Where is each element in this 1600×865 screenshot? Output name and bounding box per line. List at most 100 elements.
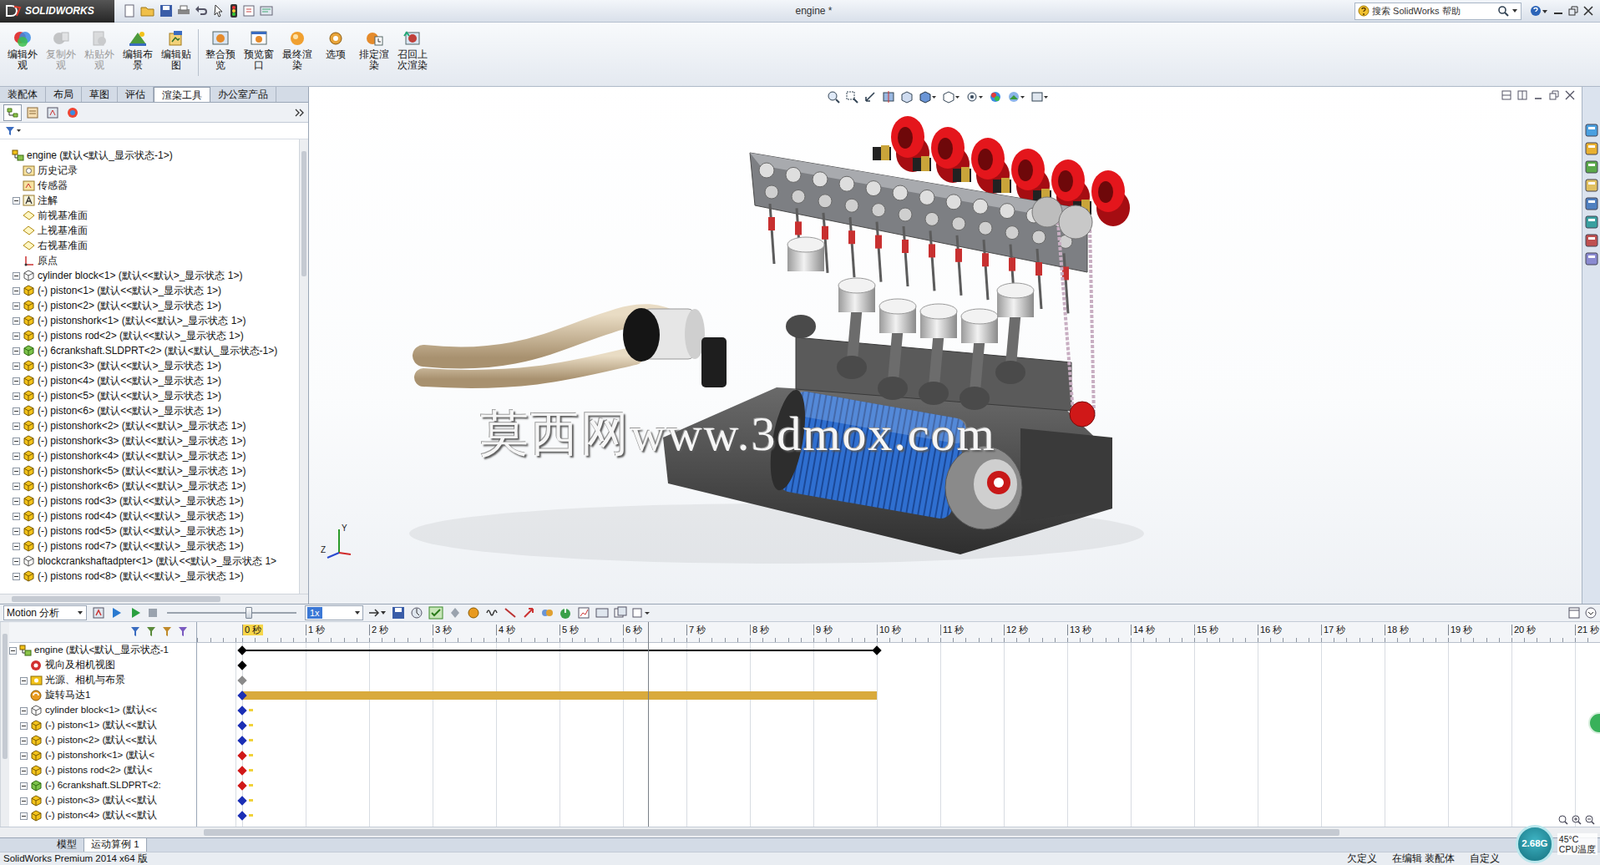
slider-thumb[interactable] <box>245 607 253 619</box>
ribbon-button[interactable]: 编辑布景 <box>118 29 157 72</box>
panel-tab[interactable] <box>43 104 62 122</box>
command-tab[interactable]: 渲染工具 <box>153 86 211 102</box>
minimize-icon[interactable] <box>1553 5 1564 16</box>
time-scale[interactable]: 0 秒1 秒2 秒3 秒4 秒5 秒6 秒7 秒8 秒9 秒10 秒11 秒12… <box>197 622 1600 644</box>
time-label[interactable]: 13 秒 <box>1067 624 1094 636</box>
tree-item[interactable]: (-) piston<1> (默认<<默认>_显示状态 1>) <box>0 283 299 299</box>
file-props-icon[interactable] <box>242 4 256 18</box>
time-label[interactable]: 9 秒 <box>813 624 835 636</box>
expander[interactable] <box>12 197 21 205</box>
filter-driving-icon[interactable] <box>146 626 160 638</box>
ribbon-button[interactable]: 整合预览 <box>201 29 240 72</box>
tree-item[interactable]: 注解 <box>0 192 299 208</box>
tree-item[interactable]: (-) piston<5> (默认<<默认>_显示状态 1>) <box>0 388 299 404</box>
expander[interactable] <box>12 437 21 446</box>
keyframe[interactable] <box>237 645 247 655</box>
bottom-tab[interactable]: 模型 <box>50 838 85 852</box>
open-icon[interactable] <box>140 4 156 18</box>
motion-tree-item[interactable]: (-) 6crankshaft.SLDPRT<2: <box>9 778 197 794</box>
expander[interactable] <box>20 797 28 806</box>
dock-icon[interactable] <box>1568 607 1580 619</box>
timeline-span[interactable] <box>242 649 877 652</box>
command-tab[interactable]: 布局 <box>45 86 82 102</box>
study-type-dropdown[interactable]: Motion 分析 <box>3 605 87 621</box>
ribbon-button[interactable]: 排定渲染 <box>354 29 394 72</box>
previous-view-icon[interactable] <box>863 90 877 104</box>
motion-tree-item[interactable]: 视向及相机视图 <box>9 658 197 674</box>
display-style-icon[interactable] <box>941 90 961 104</box>
timeline[interactable]: 0 秒1 秒2 秒3 秒4 秒5 秒6 秒7 秒8 秒9 秒10 秒11 秒12… <box>197 622 1600 827</box>
graphics-area[interactable]: 莫西网www.3dmox.com YZ <box>308 86 1582 604</box>
command-tab[interactable]: 办公室产品 <box>210 86 277 102</box>
task-pane-icon[interactable] <box>1584 252 1599 266</box>
keyframe[interactable] <box>237 765 247 775</box>
options-icon[interactable] <box>259 4 274 18</box>
keyframe[interactable] <box>237 735 247 745</box>
expander[interactable] <box>20 737 28 745</box>
tree-item[interactable]: blockcrankshaftadpter<1> (默认<<默认>_显示状态 1… <box>0 553 299 569</box>
expander[interactable] <box>20 707 28 715</box>
undo-icon[interactable] <box>194 4 208 18</box>
appearance-icon[interactable] <box>988 90 1003 104</box>
results-icon[interactable] <box>577 606 591 620</box>
tree-item[interactable]: (-) pistons rod<4> (默认<<默认>_显示状态 1>) <box>0 508 299 524</box>
ribbon-button[interactable]: 最终渲染 <box>278 29 317 72</box>
bottom-tab[interactable]: 运动算例 1 <box>84 838 147 852</box>
damper-icon[interactable] <box>503 606 517 620</box>
tree-filter[interactable] <box>0 122 309 140</box>
autokey-icon[interactable] <box>428 606 444 620</box>
time-label[interactable]: 8 秒 <box>749 624 771 636</box>
motor-icon[interactable] <box>466 606 481 620</box>
timeline-hscrollbar[interactable] <box>0 826 1600 838</box>
expander[interactable] <box>12 497 21 506</box>
expander[interactable] <box>12 302 21 310</box>
add-key-icon[interactable] <box>448 606 462 620</box>
expander[interactable] <box>12 512 21 521</box>
ribbon-button[interactable]: 预览窗口 <box>239 29 279 72</box>
time-label[interactable]: 15 秒 <box>1194 624 1221 636</box>
expand-panel-icon[interactable] <box>294 108 305 117</box>
engine-model[interactable] <box>308 86 1582 604</box>
filter-animated-icon[interactable] <box>130 626 144 638</box>
task-pane-icon[interactable] <box>1584 197 1599 211</box>
tile-vertical-icon[interactable] <box>1517 90 1528 101</box>
motion-tree-item[interactable]: engine (默认<默认_显示状态-1 <box>9 643 197 659</box>
motion-tree-item[interactable]: (-) pistonshork<1> (默认< <box>9 748 197 764</box>
animation-wizard-icon[interactable] <box>410 606 424 620</box>
task-pane-icon[interactable] <box>1584 233 1599 248</box>
tree-item[interactable]: (-) pistonshork<3> (默认<<默认>_显示状态 1>) <box>0 433 299 449</box>
time-label[interactable]: 19 秒 <box>1448 624 1474 636</box>
tree-item[interactable]: 历史记录 <box>0 162 299 178</box>
expander[interactable] <box>12 482 21 491</box>
command-tab[interactable]: 装配体 <box>0 86 46 102</box>
hide-show-icon[interactable] <box>965 90 984 104</box>
tree-item[interactable]: 原点 <box>0 253 299 269</box>
command-tab[interactable]: 评估 <box>117 86 154 102</box>
time-label[interactable]: 2 秒 <box>369 624 390 636</box>
time-label[interactable]: 0 秒 <box>242 624 264 636</box>
time-label[interactable]: 16 秒 <box>1257 624 1284 636</box>
search-icon[interactable] <box>1497 5 1509 17</box>
new-icon[interactable] <box>122 4 137 18</box>
motion-tree-item[interactable]: (-) piston<2> (默认<<默认 <box>9 733 197 749</box>
help-menu-icon[interactable] <box>1529 5 1549 17</box>
motion-tree-item[interactable]: 旋转马达1 <box>9 688 197 704</box>
expander[interactable] <box>20 767 28 775</box>
filter-icon[interactable] <box>5 126 22 137</box>
stop-icon[interactable] <box>146 607 159 619</box>
ribbon-button[interactable]: 编辑贴图 <box>156 29 196 72</box>
playback-speed[interactable]: 1x <box>304 605 364 621</box>
study-props-icon[interactable] <box>595 606 609 620</box>
zoom-fit-icon[interactable] <box>826 90 841 104</box>
expander[interactable] <box>20 782 28 790</box>
playback-slider[interactable] <box>167 607 297 619</box>
tree-item[interactable]: (-) pistons rod<8> (默认<<默认>_显示状态 1>) <box>0 568 299 584</box>
print-icon[interactable] <box>177 4 191 18</box>
view-minimize-icon[interactable] <box>1533 90 1544 101</box>
time-label[interactable]: 12 秒 <box>1003 624 1030 636</box>
section-view-icon[interactable] <box>881 90 896 104</box>
timeline-span[interactable] <box>242 691 877 700</box>
ribbon-button[interactable]: 选项 <box>316 29 355 61</box>
scene-icon[interactable] <box>1007 90 1026 104</box>
task-pane-icon[interactable] <box>1584 178 1599 193</box>
